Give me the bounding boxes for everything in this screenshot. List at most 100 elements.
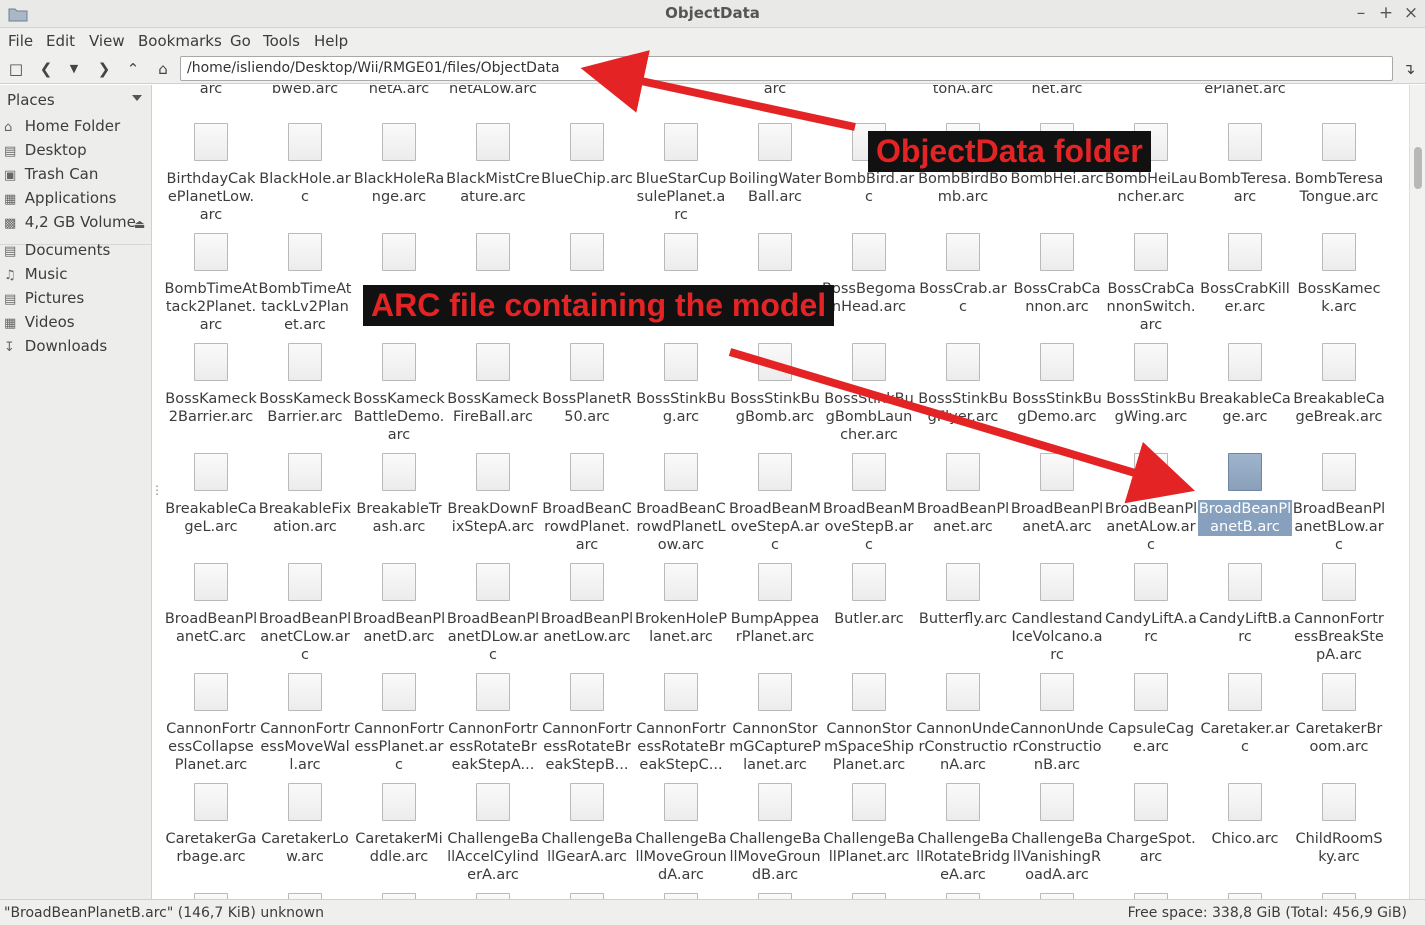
file-item[interactable]: CapsuleCage.arc (1104, 673, 1198, 777)
file-item[interactable]: ChallengeBallVanishingRoadA.arc (1010, 783, 1104, 887)
file-item[interactable]: BlueStarCupsulePlanet.arc (634, 123, 728, 227)
file-item[interactable]: BombTimeAttack2Planet.arc (164, 233, 258, 337)
file-item[interactable]: BossStinkBug.arc (634, 343, 728, 447)
forward-icon[interactable]: ❯ (94, 59, 114, 79)
sidebar-item-downloads[interactable]: ↧ Downloads (4, 337, 107, 359)
file-item[interactable]: BreakableCageL.arc (164, 453, 258, 557)
file-item[interactable]: Butterfly.arc (916, 563, 1010, 667)
file-item[interactable]: CannonStormSpaceShipPlanet.arc (822, 673, 916, 777)
file-item[interactable]: CandyLiftA.arc (1104, 563, 1198, 667)
menu-help[interactable]: Help (314, 32, 348, 50)
file-item[interactable]: BroadBeanPlanetD.arc (352, 563, 446, 667)
file-item[interactable]: CannonFortressBreakStepA.arc (1292, 563, 1386, 667)
file-item[interactable]: BossCrabCannonSwitch.arc (1104, 233, 1198, 337)
sidebar-item-music[interactable]: ♫ Music (4, 265, 67, 287)
menu-edit[interactable]: Edit (46, 32, 75, 50)
sidebar-item-pictures[interactable]: ▤ Pictures (4, 289, 84, 311)
menu-tools[interactable]: Tools (263, 32, 300, 50)
file-item[interactable]: BreakDownFixStepA.arc (446, 453, 540, 557)
file-item[interactable]: BossStinkBugWing.arc (1104, 343, 1198, 447)
file-item[interactable]: BombTeresaTongue.arc (1292, 123, 1386, 227)
file-item[interactable]: BossStinkBugBombLauncher.arc (822, 343, 916, 447)
file-item[interactable]: BreakableTrash.arc (352, 453, 446, 557)
sidebar-item-trash[interactable]: ▣ Trash Can (4, 165, 98, 187)
file-item[interactable]: ChallengeBallMoveGroundB.arc (728, 783, 822, 887)
sidebar-item-home[interactable]: ⌂ Home Folder (4, 117, 120, 139)
file-item[interactable]: BreakableFixation.arc (258, 453, 352, 557)
file-item[interactable]: BossPlanetR50.arc (540, 343, 634, 447)
file-item[interactable]: CaretakerMiddle.arc (352, 783, 446, 887)
file-item[interactable]: BirthdayCakePlanetLow.arc (164, 123, 258, 227)
file-item[interactable]: BlueChip.arc (540, 123, 634, 227)
file-item[interactable]: BossBegomanHead.arc (822, 233, 916, 337)
sidebar-item-applications[interactable]: ▦ Applications (4, 189, 116, 211)
file-item[interactable]: ChildRoomSky.arc (1292, 783, 1386, 887)
file-item[interactable]: ChallengeBallPlanet.arc (822, 783, 916, 887)
file-item[interactable]: BroadBeanPlanetBLow.arc (1292, 453, 1386, 557)
file-item[interactable]: BroadBeanPlanetDLow.arc (446, 563, 540, 667)
history-dropdown-icon[interactable]: ▼ (64, 59, 84, 79)
file-item[interactable]: CaretakerBroom.arc (1292, 673, 1386, 777)
scrollbar-thumb[interactable] (1414, 147, 1422, 189)
close-icon[interactable]: × (1401, 3, 1421, 23)
file-item[interactable]: BroadBeanMoveStepA.arc (728, 453, 822, 557)
sidebar-item-desktop[interactable]: ▤ Desktop (4, 141, 87, 163)
file-item[interactable]: BossStinkBugBomb.arc (728, 343, 822, 447)
file-item[interactable]: BossCrabCannon.arc (1010, 233, 1104, 337)
menu-view[interactable]: View (89, 32, 125, 50)
file-item[interactable]: ChallengeBallRotateBridgeA.arc (916, 783, 1010, 887)
file-item[interactable]: CannonFortressRotateBreakStepC... (634, 673, 728, 777)
file-item[interactable]: BombTimeAttackLv2Planet.arc (258, 233, 352, 337)
new-tab-icon[interactable]: □ (6, 59, 26, 79)
file-item[interactable]: BroadBeanPlanetA.arc (1010, 453, 1104, 557)
file-item[interactable]: CannonFortressCollapsePlanet.arc (164, 673, 258, 777)
sidebar-item-volume[interactable]: ▩ 4,2 GB Volume (4, 213, 136, 235)
file-item[interactable]: ChallengeBallAccelCylinderA.arc (446, 783, 540, 887)
file-item[interactable]: BossCrab.arc (916, 233, 1010, 337)
up-icon[interactable]: ⌃ (123, 59, 143, 79)
go-icon[interactable]: ↴ (1399, 59, 1419, 79)
file-item[interactable]: BroadBeanPlanetCLow.arc (258, 563, 352, 667)
file-item[interactable]: BumpAppearPlanet.arc (728, 563, 822, 667)
vertical-scrollbar[interactable] (1409, 85, 1425, 899)
file-item[interactable]: Butler.arc (822, 563, 916, 667)
file-item[interactable]: CannonUnderConstructionB.arc (1010, 673, 1104, 777)
file-item[interactable]: BroadBeanPlanet.arc (916, 453, 1010, 557)
location-bar[interactable]: /home/isliendo/Desktop/Wii/RMGE01/files/… (180, 56, 1393, 81)
file-item[interactable]: BossKameckBattleDemo.arc (352, 343, 446, 447)
file-item[interactable]: CannonFortressPlanet.arc (352, 673, 446, 777)
file-item[interactable]: BroadBeanPlanetALow.arc (1104, 453, 1198, 557)
file-item[interactable]: CaretakerLow.arc (258, 783, 352, 887)
file-item[interactable]: BossKameckFireBall.arc (446, 343, 540, 447)
file-item[interactable]: CandlestandIceVolcano.arc (1010, 563, 1104, 667)
eject-icon[interactable]: ⏏ (134, 217, 145, 231)
file-item[interactable]: BlackHoleRange.arc (352, 123, 446, 227)
places-header[interactable]: Places (7, 91, 55, 109)
file-item[interactable]: BreakableCageBreak.arc (1292, 343, 1386, 447)
file-item[interactable]: ChargeSpot.arc (1104, 783, 1198, 887)
menu-bookmarks[interactable]: Bookmarks (138, 32, 222, 50)
file-item[interactable]: BreakableCage.arc (1198, 343, 1292, 447)
file-item[interactable]: ChallengeBallGearA.arc (540, 783, 634, 887)
file-item[interactable]: CannonStormGCapturePlanet.arc (728, 673, 822, 777)
file-item[interactable]: CaretakerGarbage.arc (164, 783, 258, 887)
file-item[interactable]: BrokenHolePlanet.arc (634, 563, 728, 667)
maximize-icon[interactable]: + (1376, 3, 1396, 23)
file-item[interactable]: BroadBeanPlanetC.arc (164, 563, 258, 667)
file-item[interactable]: CannonFortressRotateBreakStepA... (446, 673, 540, 777)
file-item[interactable]: BossKameckBarrier.arc (258, 343, 352, 447)
file-item[interactable]: BossCrabKiller.arc (1198, 233, 1292, 337)
file-item[interactable]: BombTeresa.arc (1198, 123, 1292, 227)
file-item[interactable]: CandyLiftB.arc (1198, 563, 1292, 667)
file-item[interactable]: BroadBeanPlanetLow.arc (540, 563, 634, 667)
sidebar-item-videos[interactable]: ▦ Videos (4, 313, 75, 335)
file-item[interactable]: BossKameck.arc (1292, 233, 1386, 337)
file-item[interactable]: CannonFortressRotateBreakStepB... (540, 673, 634, 777)
file-item-selected[interactable]: BroadBeanPlanetB.arc (1198, 453, 1292, 557)
file-item[interactable]: BlackMistCreature.arc (446, 123, 540, 227)
home-icon[interactable]: ⌂ (153, 59, 173, 79)
menu-file[interactable]: File (8, 32, 33, 50)
file-item[interactable]: BroadBeanCrowdPlanet.arc (540, 453, 634, 557)
file-item[interactable]: BoilingWaterBall.arc (728, 123, 822, 227)
file-item[interactable]: Caretaker.arc (1198, 673, 1292, 777)
